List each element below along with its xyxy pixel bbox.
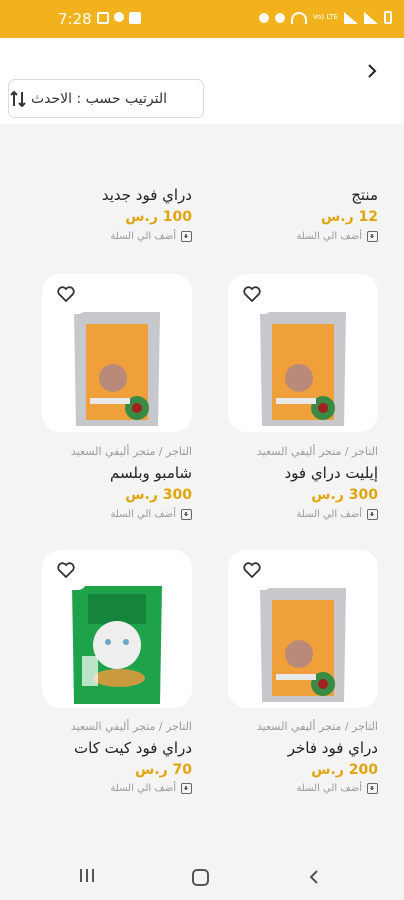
product-name: إيليت دراي فود [284,464,378,482]
merchant-label: التاجر / متجر أليفي السعيد [70,445,192,458]
sort-label: الترتيب حسب : الاحدث [31,90,167,107]
chevron-right-icon[interactable] [366,64,378,78]
product-image[interactable] [228,274,378,432]
product-price: 70 ر.س [134,762,192,778]
add-to-cart-button[interactable]: أضف الي السلة [110,231,192,242]
back-icon[interactable] [309,869,319,885]
product-name: منتج [351,186,378,204]
status-bar: 7:28 Vo) LTE [0,0,404,38]
add-to-cart-label: أضف الي السلة [296,231,362,242]
fire-icon [114,12,124,22]
location-icon [274,12,285,23]
product-image[interactable] [42,274,192,432]
recent-apps-icon[interactable] [80,869,94,882]
status-time: 7:28 [58,10,92,28]
wifi-icon [290,11,307,24]
lte-icon: Vo) LTE [312,13,338,21]
product-name: دراي فود كيت كات [74,739,192,757]
merchant-label: التاجر / متجر أليفي السعيد [256,720,378,733]
product-name: دراي فود جديد [101,186,192,204]
add-to-cart-button[interactable]: أضف الي السلة [110,783,192,794]
heart-icon [243,286,261,303]
product-price: 12 ر.س [320,209,378,225]
product-price: 300 ر.س [311,487,378,503]
heart-icon [57,562,75,579]
favorite-button[interactable] [56,560,86,590]
add-to-cart-button[interactable]: أضف الي السلة [296,509,378,520]
add-to-cart-button[interactable]: أضف الي السلة [110,509,192,520]
add-to-cart-icon [367,783,378,794]
product-image[interactable] [228,550,378,708]
heart-icon [243,562,261,579]
heart-icon [57,286,75,303]
sort-button[interactable]: الترتيب حسب : الاحدث [8,79,204,118]
mute-icon [258,12,269,23]
add-to-cart-label: أضف الي السلة [110,783,176,794]
add-to-cart-icon [367,509,378,520]
add-to-cart-button[interactable]: أضف الي السلة [296,783,378,794]
product-price: 300 ر.س [125,487,192,503]
favorite-button[interactable] [56,284,86,314]
signal-icon [364,11,378,24]
sort-arrows-icon [10,90,26,107]
add-to-cart-button[interactable]: أضف الي السلة [296,231,378,242]
signal-icon [344,11,358,24]
product-name: دراي فود فاخر [287,739,378,757]
system-nav-bar [0,852,404,900]
battery-icon [384,11,392,24]
merchant-label: التاجر / متجر أليفي السعيد [70,720,192,733]
image-icon [97,12,109,24]
add-to-cart-icon [181,783,192,794]
add-to-cart-icon [367,231,378,242]
favorite-button[interactable] [242,284,272,314]
add-to-cart-icon [181,509,192,520]
merchant-label: التاجر / متجر أليفي السعيد [256,445,378,458]
product-image[interactable] [42,550,192,708]
favorite-button[interactable] [242,560,272,590]
add-to-cart-label: أضف الي السلة [110,231,176,242]
facebook-icon [129,12,141,24]
home-icon[interactable] [192,869,209,886]
product-name: شامبو وبلسم [110,464,192,482]
add-to-cart-label: أضف الي السلة [296,509,362,520]
add-to-cart-label: أضف الي السلة [110,509,176,520]
add-to-cart-label: أضف الي السلة [296,783,362,794]
product-price: 100 ر.س [125,209,192,225]
add-to-cart-icon [181,231,192,242]
product-price: 200 ر.س [311,762,378,778]
